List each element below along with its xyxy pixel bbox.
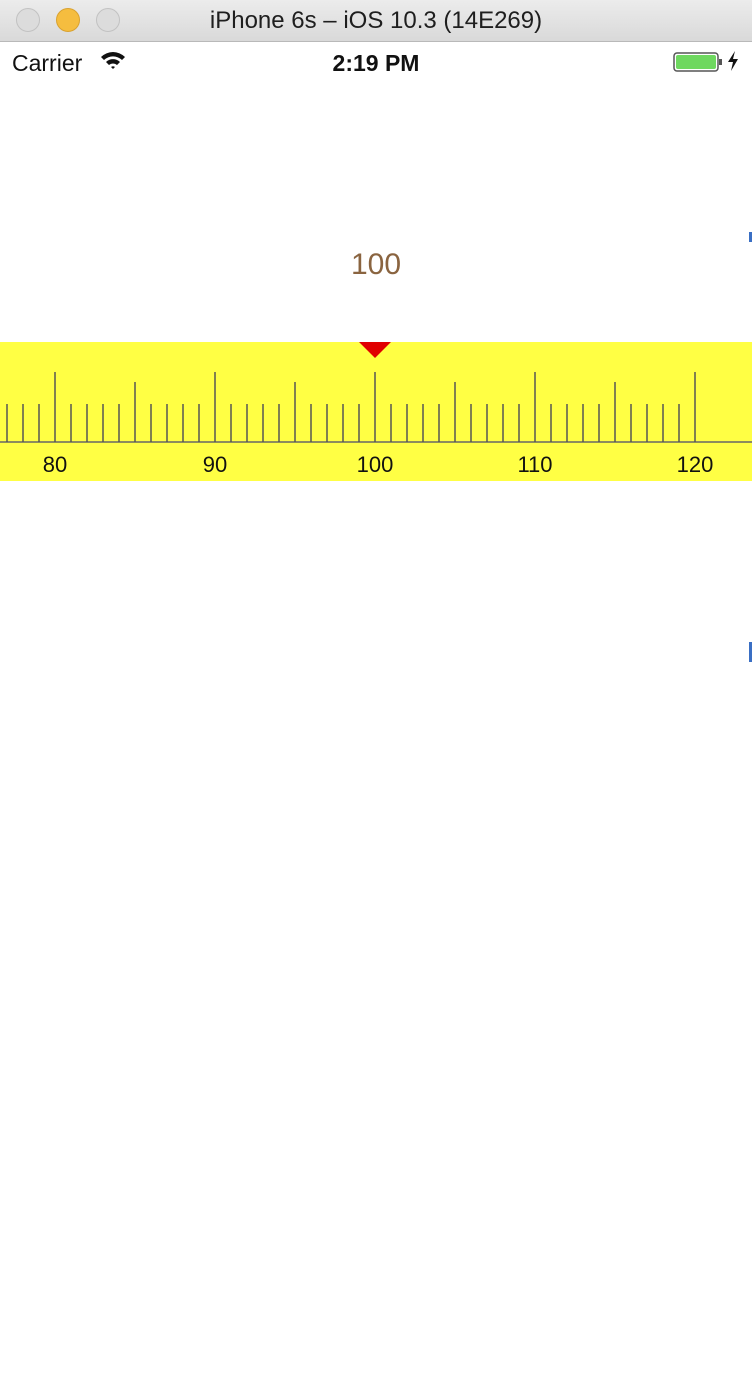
ruler-scale[interactable]: 80 90 100 110 120 <box>0 342 752 481</box>
ruler-ticks: 80 90 100 110 120 <box>0 342 752 477</box>
window-title: iPhone 6s – iOS 10.3 (14E269) <box>209 7 543 34</box>
charging-icon <box>726 50 740 77</box>
selected-value-label: 100 <box>350 248 402 281</box>
device-screen: Carrier 2:19 PM 100 80 90 100 110 120 <box>0 42 752 1374</box>
simulator-title-bar: iPhone 6s – iOS 10.3 (14E269) <box>0 0 752 42</box>
ruler-tick-label: 90 <box>203 452 227 477</box>
selection-indicator-icon <box>359 342 391 358</box>
ruler-tick-label: 110 <box>517 452 552 477</box>
ruler-tick-label: 100 <box>357 452 394 477</box>
ruler-tick-label: 120 <box>677 452 714 477</box>
status-bar: Carrier 2:19 PM <box>0 42 752 82</box>
status-time: 2:19 PM <box>332 50 420 76</box>
battery-icon <box>673 52 723 77</box>
ruler-tick-label: 80 <box>43 452 67 477</box>
